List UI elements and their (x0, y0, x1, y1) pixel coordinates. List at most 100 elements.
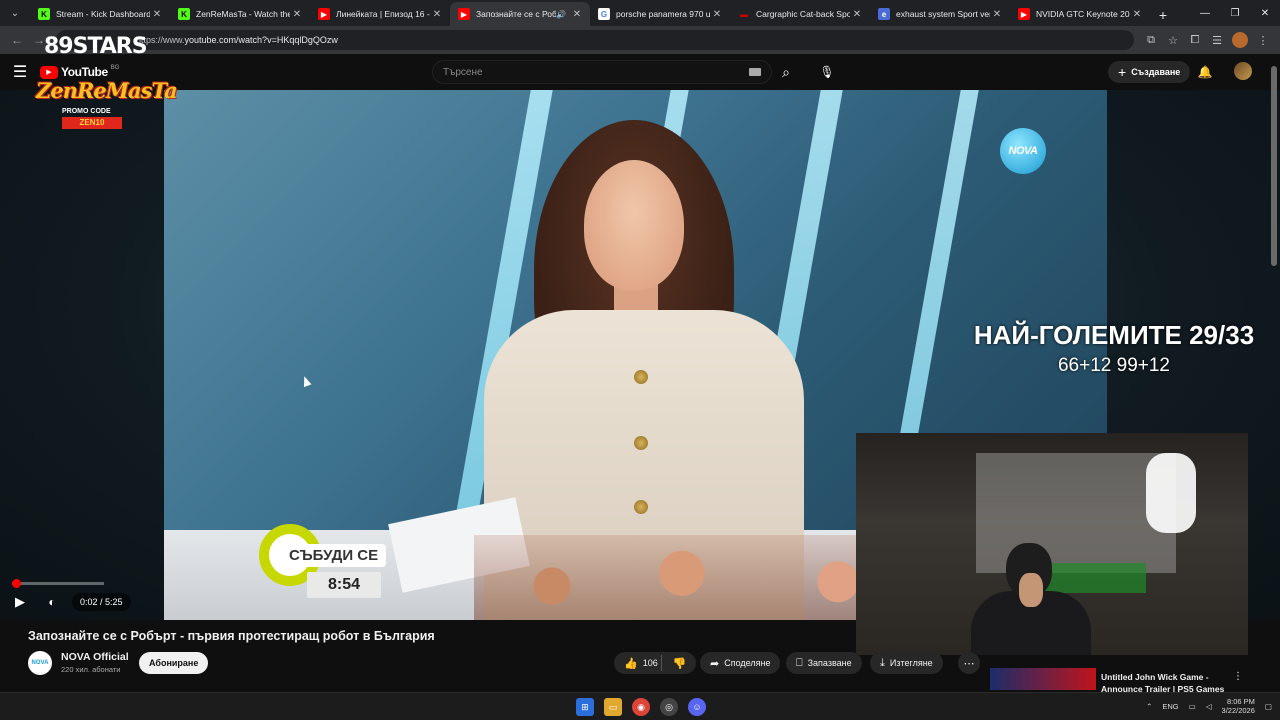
streamer-webcam (856, 433, 1248, 655)
share-label: Споделяне (724, 658, 771, 668)
extension-icon: e (878, 8, 890, 20)
browser-tab[interactable]: K ZenReMasTa - Watch the VOD ✕ (170, 2, 310, 26)
extensions-icon[interactable]: ⧠ (1184, 29, 1206, 51)
related-video-title[interactable]: Untitled John Wick Game - (1101, 672, 1209, 682)
browser-tab[interactable]: ▶ Линейката | Епизод 16 - YouTube ✕ (310, 2, 450, 26)
youtube-icon: ▶ (318, 8, 330, 20)
search-icon[interactable]: ⌕ (772, 60, 800, 84)
time-display: 0:02 / 5:25 (72, 593, 131, 611)
notifications-icon[interactable]: ▢ (1265, 702, 1272, 711)
youtube-icon: ▶ (1018, 8, 1030, 20)
close-icon[interactable]: ✕ (150, 9, 164, 20)
close-icon[interactable]: ✕ (570, 9, 584, 20)
tab-title: Запознайте се с Робърт (476, 9, 557, 19)
volume-icon[interactable]: ◐ (42, 592, 62, 612)
presenter-face (584, 160, 684, 290)
close-icon[interactable]: ✕ (1130, 9, 1144, 20)
thumbs-up-icon[interactable]: 👍 (624, 657, 638, 670)
jacket-button (634, 436, 648, 450)
language-indicator[interactable]: ENG (1162, 702, 1178, 711)
channel-avatar[interactable]: NOVA (28, 651, 52, 675)
tab-title: Cargraphic Cat-back Sport E (756, 9, 850, 19)
close-window-button[interactable]: ✕ (1250, 0, 1280, 26)
media-control-icon[interactable]: ☰ (1206, 29, 1228, 51)
back-button[interactable]: ← (6, 29, 28, 51)
sponsor-logo: 89STARS (44, 34, 148, 59)
clock-time: 8:06 PM (1226, 697, 1255, 706)
bookmark-star-icon[interactable]: ☆ (1162, 29, 1184, 51)
share-icon: ➦ (710, 657, 720, 670)
promo-code: ZEN10 (62, 117, 122, 129)
windows-taskbar: ⊞ ▭ ◉ ◎ ☺ ⌃ ENG ▭ ◁ 8:06 PM 3/22/2026 ▢ (0, 692, 1280, 720)
bookmark-icon: ⎕ (796, 656, 803, 669)
like-count[interactable]: 106 (643, 658, 658, 668)
close-icon[interactable]: ✕ (990, 9, 1004, 20)
tab-search-button[interactable]: ⌄ (4, 2, 26, 24)
video-progress-bar[interactable] (12, 579, 104, 588)
volume-tray-icon[interactable]: ◁ (1206, 702, 1212, 711)
address-bar[interactable]: https://www. youtube.com/watch?v=HKqqlDgQ… (56, 30, 1134, 50)
tray-overflow-icon[interactable]: ⌃ (1146, 702, 1152, 711)
thumbs-down-icon[interactable]: 👎 (673, 657, 687, 670)
close-icon[interactable]: ✕ (710, 9, 724, 20)
chrome-icon[interactable]: ◉ (632, 698, 650, 716)
windows-start-icon[interactable]: ⊞ (576, 698, 594, 716)
show-name: СЪБУДИ СЕ (281, 544, 387, 567)
download-button[interactable]: ⤓ Изтегляне (870, 652, 943, 674)
browser-tab[interactable]: G porsche panamera 970 under ✕ (590, 2, 730, 26)
account-avatar[interactable] (1234, 62, 1252, 80)
tab-title: exhaust system Sport version (896, 9, 990, 19)
browser-tab[interactable]: ▬ Cargraphic Cat-back Sport E ✕ (730, 2, 870, 26)
browser-menu-icon[interactable]: ⋮ (1252, 29, 1274, 51)
browser-toolbar: ← → https://www. youtube.com/watch?v=HKqq… (0, 26, 1280, 54)
cargraphic-icon: ▬ (740, 9, 748, 19)
file-explorer-icon[interactable]: ▭ (604, 698, 622, 716)
network-icon[interactable]: ▭ (1189, 702, 1196, 711)
maximize-button[interactable]: ❐ (1220, 0, 1250, 26)
window-controls: — ❐ ✕ (1190, 0, 1280, 26)
tab-title: Stream - Kick Dashboard (56, 9, 150, 19)
related-video-item[interactable]: Untitled John Wick Game - Announce Trail… (990, 668, 1280, 694)
kebab-menu-icon[interactable]: ⋮ (1233, 671, 1243, 682)
browser-tab[interactable]: K Stream - Kick Dashboard ✕ (30, 2, 170, 26)
tab-title: porsche panamera 970 under (616, 9, 710, 19)
install-app-icon[interactable]: ⧉ (1140, 29, 1162, 51)
url-text: youtube.com/watch?v=HKqqlDgQOzw (184, 35, 338, 45)
google-icon: G (598, 8, 610, 20)
screen: ⌄ K Stream - Kick Dashboard ✕ K ZenReMas… (0, 0, 1280, 720)
search-input[interactable]: Търсене (432, 60, 772, 84)
microphone-icon[interactable]: 🎙 (814, 60, 840, 84)
current-time: 0:02 (80, 597, 98, 607)
progress-scrubber[interactable] (12, 579, 21, 588)
browser-tab[interactable]: e exhaust system Sport version ✕ (870, 2, 1010, 26)
minimize-button[interactable]: — (1190, 0, 1220, 26)
related-video-thumbnail[interactable] (990, 668, 1096, 690)
share-button[interactable]: ➦ Споделяне (700, 652, 781, 674)
browser-tab-active[interactable]: ▶ Запознайте се с Робърт 🔊 ✕ (450, 2, 590, 26)
discord-icon[interactable]: ☺ (688, 698, 706, 716)
clock[interactable]: 8:06 PM 3/22/2026 (1222, 697, 1255, 715)
streamer (971, 543, 1091, 655)
like-dislike-group: 👍 106 👎 (614, 652, 696, 674)
more-actions-icon[interactable]: ⋯ (958, 652, 980, 674)
create-button[interactable]: + Създаване (1108, 61, 1191, 83)
close-icon[interactable]: ✕ (430, 9, 444, 20)
profile-avatar[interactable] (1232, 32, 1248, 48)
subscribe-button[interactable]: Абониране (139, 652, 209, 674)
browser-tab[interactable]: ▶ NVIDIA GTC Keynote 2026 - ✕ (1010, 2, 1150, 26)
steam-icon[interactable]: ◎ (660, 698, 678, 716)
save-button[interactable]: ⎕ Запазване (786, 652, 862, 674)
streamer-brand: ZenReMasTa (36, 78, 178, 103)
scrollbar-thumb[interactable] (1271, 66, 1277, 266)
close-icon[interactable]: ✕ (850, 9, 864, 20)
system-tray: ⌃ ENG ▭ ◁ 8:06 PM 3/22/2026 ▢ (1146, 697, 1272, 715)
keyboard-icon[interactable] (749, 68, 761, 76)
play-icon[interactable]: ▶ (10, 592, 30, 612)
notifications-bell-icon[interactable]: 🔔 (1194, 61, 1216, 83)
page-scrollbar[interactable] (1270, 60, 1278, 688)
promo-label: PROMO CODE (62, 108, 111, 115)
new-tab-button[interactable]: + (1152, 4, 1174, 26)
speaker-icon[interactable]: 🔊 (556, 10, 566, 19)
close-icon[interactable]: ✕ (290, 9, 304, 20)
channel-name[interactable]: NOVA Official (61, 651, 129, 663)
